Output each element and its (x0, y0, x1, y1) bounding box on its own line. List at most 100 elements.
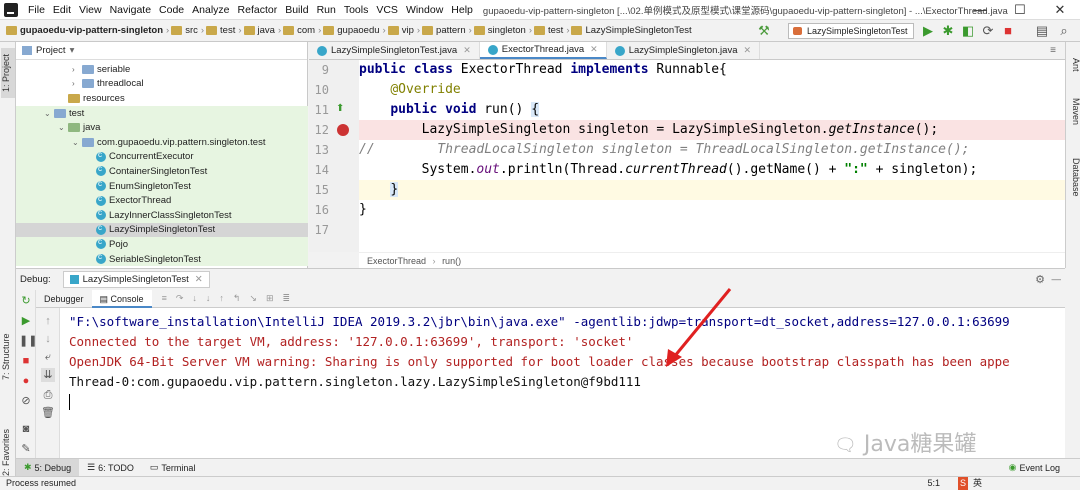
clear-console-icon[interactable]: 🗑 (41, 406, 55, 420)
ant-tool-tab[interactable]: Ant (1067, 50, 1080, 80)
nav-crumb[interactable]: vip › (387, 25, 420, 36)
editor-tab[interactable]: ExectorThread.java ✕ (479, 42, 607, 59)
tree-item[interactable]: Pojo (16, 237, 308, 252)
override-marker-icon[interactable]: ⬆ (336, 103, 344, 114)
menu-navigate[interactable]: Navigate (106, 4, 155, 16)
stop-icon[interactable]: ■ (1000, 23, 1016, 39)
menu-vcs[interactable]: VCS (372, 4, 402, 16)
nav-crumb[interactable]: test › (534, 25, 569, 36)
project-structure-icon[interactable]: ▤ (1034, 23, 1050, 39)
tree-arrow-icon[interactable]: ⌄ (44, 109, 54, 118)
crumb-method[interactable]: run() (442, 256, 461, 266)
debug-session-tab[interactable]: LazySimpleSingletonTest ✕ (62, 271, 210, 288)
tree-arrow-icon[interactable]: › (72, 79, 82, 88)
nav-crumb[interactable]: src › (171, 25, 204, 36)
stop-debug-icon[interactable]: ■ (19, 354, 33, 368)
nav-crumb[interactable]: gupaoedu-vip-pattern-singleton › (6, 25, 169, 36)
menu-build[interactable]: Build (281, 4, 312, 16)
tab-menu-icon[interactable]: ≡ (1050, 42, 1056, 59)
hide-icon[interactable]: — (1052, 274, 1062, 285)
tree-arrow-icon[interactable]: › (72, 65, 82, 74)
database-tool-tab[interactable]: Database (1067, 152, 1080, 202)
scroll-to-end-icon[interactable]: ⇊ (41, 368, 55, 382)
project-tool-tab[interactable]: 1: Project (1, 48, 15, 98)
maven-tool-tab[interactable]: Maven (1067, 92, 1080, 132)
crumb-class[interactable]: ExectorThread (367, 256, 426, 266)
tree-arrow-icon[interactable]: ⌄ (58, 123, 68, 132)
favorites-tool-tab[interactable]: 2: Favorites (1, 422, 15, 482)
caret-position[interactable]: 5:1 (927, 477, 940, 490)
ime-language[interactable]: 英 (973, 477, 982, 490)
menu-tools[interactable]: Tools (340, 4, 373, 16)
tree-item[interactable]: LazySimpleSingletonTest (16, 222, 308, 238)
pin-icon[interactable]: ✎ (19, 442, 33, 456)
nav-crumb[interactable]: gupaoedu › (323, 25, 386, 36)
project-panel-title[interactable]: Project (36, 45, 66, 56)
menu-run[interactable]: Run (313, 4, 340, 16)
menu-window[interactable]: Window (402, 4, 447, 16)
tree-item[interactable]: ExectorThread (16, 193, 308, 208)
tree-item[interactable]: ⌄ com.gupaoedu.vip.pattern.singleton.test (16, 135, 308, 150)
editor-tab[interactable]: LazySimpleSingleton.java ✕ (607, 42, 761, 59)
tab-debug[interactable]: ✱ 5: Debug (16, 458, 80, 477)
tree-item[interactable]: LazyInnerClassSingletonTest (16, 208, 308, 223)
tab-debugger[interactable]: Debugger (36, 294, 92, 304)
nav-crumb[interactable]: LazySimpleSingletonTest (571, 25, 692, 36)
tab-terminal[interactable]: ▭ Terminal (142, 459, 204, 477)
tree-arrow-icon[interactable]: ⌄ (72, 138, 82, 147)
nav-crumb[interactable]: test › (206, 25, 242, 36)
nav-crumb[interactable]: singleton › (473, 25, 532, 36)
menu-refactor[interactable]: Refactor (234, 4, 282, 16)
menu-code[interactable]: Code (155, 4, 188, 16)
nav-crumb[interactable]: java › (243, 25, 281, 36)
rerun-icon[interactable]: ↻ (19, 294, 33, 308)
breakpoint-icon[interactable] (337, 124, 349, 136)
tree-item[interactable]: EnumSingletonTest (16, 178, 308, 194)
nav-crumb[interactable]: pattern › (422, 25, 472, 36)
menu-analyze[interactable]: Analyze (188, 4, 233, 16)
tree-item[interactable]: ⌄ test (16, 105, 308, 121)
down-arrow-icon[interactable]: ↓ (41, 332, 55, 346)
close-icon[interactable]: ✕ (590, 44, 598, 55)
tab-todo[interactable]: ☰ 6: TODO (79, 459, 142, 477)
menu-view[interactable]: View (75, 4, 106, 16)
up-arrow-icon[interactable]: ↑ (41, 314, 55, 328)
tree-item[interactable]: ConcurrentExecutor (16, 149, 308, 165)
step-actions-icons[interactable]: ≡↷↓↓↑↰↘⊞≣ (162, 293, 299, 304)
soft-wrap-icon[interactable]: ⤶ (41, 350, 55, 364)
structure-tool-tab[interactable]: 7: Structure (1, 322, 15, 392)
close-window-button[interactable]: ✕ (1040, 0, 1080, 20)
print-icon[interactable]: ⎙ (41, 388, 55, 402)
pause-icon[interactable]: ❚❚ (19, 334, 37, 348)
view-breakpoints-icon[interactable]: ● (19, 374, 33, 388)
menu-edit[interactable]: Edit (49, 4, 75, 16)
gear-icon[interactable]: ⚙ (1035, 273, 1045, 286)
minimize-button[interactable]: — (960, 0, 1000, 20)
tree-item[interactable]: › seriable (16, 62, 308, 77)
menu-file[interactable]: File (24, 4, 49, 16)
profile-icon[interactable]: ⟳ (980, 23, 996, 39)
nav-crumb[interactable]: com › (283, 25, 321, 36)
mute-breakpoints-icon[interactable]: ⊘ (19, 394, 33, 408)
camera-icon[interactable]: ◙ (19, 422, 33, 436)
code-editor[interactable]: public class ExectorThread implements Ru… (359, 60, 1065, 252)
maximize-button[interactable]: ☐ (1000, 0, 1040, 20)
tree-item[interactable]: ⌄ java (16, 120, 308, 135)
build-hammer-icon[interactable]: ⚒ (756, 23, 772, 39)
debug-icon[interactable]: ✱ (940, 23, 956, 39)
tree-item[interactable]: SeriableSingletonTest (16, 251, 308, 267)
close-icon[interactable]: ✕ (463, 45, 471, 56)
search-everywhere-icon[interactable]: ⌕ (1056, 23, 1072, 39)
tree-item[interactable]: › threadlocal (16, 77, 308, 92)
menu-help[interactable]: Help (447, 4, 477, 16)
tree-item[interactable]: ContainerSingletonTest (16, 164, 308, 179)
tab-console[interactable]: ▤ Console (91, 289, 152, 308)
run-icon[interactable]: ▶ (920, 23, 936, 39)
chevron-down-icon[interactable]: ▾ (70, 45, 75, 56)
run-config-select[interactable]: LazySimpleSingletonTest (788, 23, 914, 39)
tree-item[interactable]: resources (16, 91, 308, 106)
close-icon[interactable]: ✕ (743, 45, 751, 56)
event-log-button[interactable]: ◉ Event Log (1009, 462, 1060, 473)
close-icon[interactable]: ✕ (195, 274, 203, 285)
coverage-icon[interactable]: ◧ (960, 23, 976, 39)
